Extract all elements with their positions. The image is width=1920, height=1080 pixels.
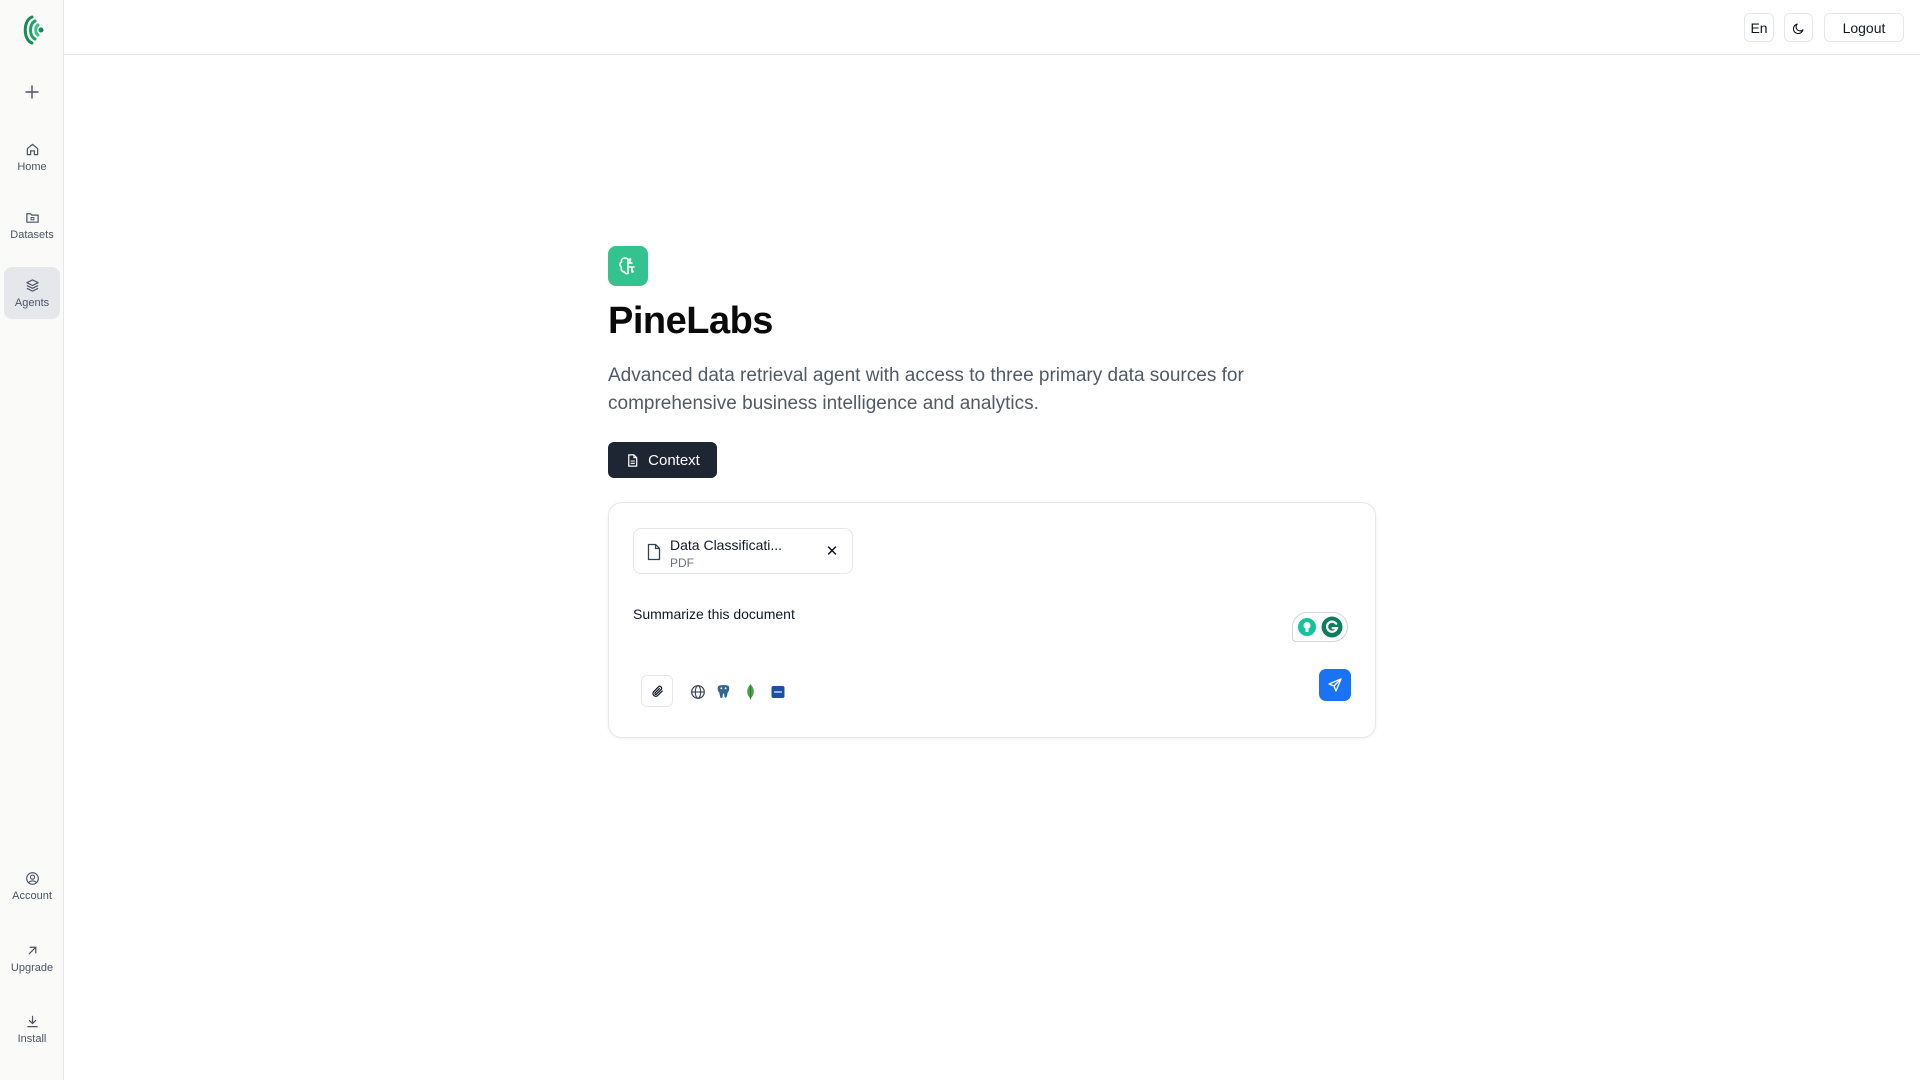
mongodb-source-toggle[interactable]	[742, 683, 759, 700]
grammarly-widget[interactable]	[1292, 612, 1348, 642]
folder-icon	[25, 212, 39, 223]
sidebar-item-agents[interactable]: Agents	[4, 267, 60, 319]
sidebar-item-label: Upgrade	[10, 961, 54, 974]
sidebar-item-upgrade[interactable]: Upgrade	[4, 932, 60, 984]
agent-avatar	[608, 246, 648, 286]
sidebar-item-label: Install	[17, 1032, 47, 1045]
sidebar-item-label: Account	[12, 889, 52, 902]
close-icon: ✕	[825, 543, 839, 560]
sidebar-item-install[interactable]: Install	[4, 1003, 60, 1055]
attachment-type: PDF	[670, 556, 694, 570]
message-input[interactable]	[633, 603, 1273, 625]
moon-icon	[1792, 22, 1804, 34]
lightbulb-icon	[1298, 618, 1316, 636]
sidebar-item-datasets[interactable]: Datasets	[4, 199, 60, 251]
remove-attachment-button[interactable]: ✕	[824, 543, 840, 560]
chat-composer: Data Classificati... PDF ✕	[608, 502, 1376, 738]
database-source-toggle[interactable]	[769, 683, 786, 700]
plus-icon	[25, 85, 39, 99]
theme-toggle-button[interactable]	[1784, 13, 1813, 42]
document-icon	[628, 453, 638, 467]
context-button[interactable]: Context	[608, 442, 717, 478]
brand-logo-icon[interactable]	[16, 14, 48, 46]
sidebar-item-label: Home	[17, 160, 47, 173]
sidebar-item-home[interactable]: Home	[4, 131, 60, 183]
send-button[interactable]	[1319, 669, 1351, 701]
mongodb-icon	[747, 684, 754, 700]
logout-button[interactable]: Logout	[1824, 13, 1904, 42]
sidebar: Home Datasets Agents Account Upgrade Ins…	[0, 0, 64, 1080]
language-label: En	[1750, 19, 1768, 36]
file-icon	[647, 543, 661, 561]
postgres-source-toggle[interactable]	[715, 683, 732, 700]
grammarly-icon	[1321, 616, 1343, 638]
user-circle-icon	[25, 871, 39, 885]
sidebar-item-label: Agents	[14, 296, 50, 309]
globe-icon	[690, 684, 705, 699]
layers-icon	[25, 278, 39, 292]
language-button[interactable]: En	[1744, 13, 1774, 42]
database-icon	[771, 685, 784, 698]
new-chat-button[interactable]	[20, 80, 44, 104]
postgres-icon	[717, 684, 730, 699]
context-label: Context	[648, 451, 700, 469]
top-bar: En Logout	[64, 0, 1920, 55]
send-icon	[1328, 678, 1342, 692]
web-source-toggle[interactable]	[689, 683, 706, 700]
paperclip-icon	[651, 685, 663, 697]
attachment-chip[interactable]: Data Classificati... PDF ✕	[633, 528, 853, 574]
arrow-up-right-icon	[28, 946, 36, 954]
home-icon	[26, 143, 38, 155]
logout-label: Logout	[1842, 19, 1886, 36]
sidebar-item-account[interactable]: Account	[4, 860, 60, 912]
brain-icon	[619, 257, 635, 275]
download-icon	[26, 1015, 38, 1027]
agent-name: PineLabs	[608, 300, 773, 342]
attachment-name: Data Classificati...	[670, 537, 783, 553]
attach-file-button[interactable]	[641, 675, 673, 707]
agent-description: Advanced data retrieval agent with acces…	[608, 365, 1244, 414]
sidebar-item-label: Datasets	[10, 228, 54, 241]
